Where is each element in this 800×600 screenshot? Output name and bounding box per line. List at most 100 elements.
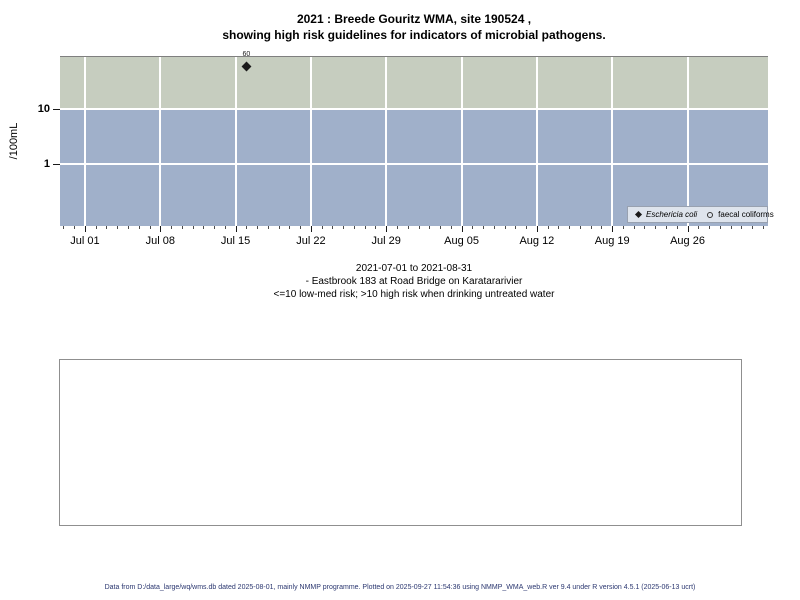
x-axis-minor-tick [622,226,624,229]
x-axis-tick-label: Jul 15 [220,235,251,247]
x-axis-minor-tick [547,226,549,229]
open-circle-icon [707,211,714,218]
x-axis-minor-tick [397,226,398,229]
x-axis-minor-tick [590,226,592,229]
x-axis-minor-tick [278,226,280,229]
x-axis-minor-tick [655,226,657,229]
x-axis-minor-tick [257,226,259,229]
data-point-label: 60 [242,51,251,59]
x-axis-minor-tick [138,226,140,229]
x-axis-minor-tick [407,226,409,229]
x-axis-major-tick [461,226,463,232]
x-axis-minor-tick [579,226,581,229]
x-axis-minor-tick [321,226,323,229]
x-axis-minor-tick [526,226,528,229]
x-axis-tick-label: Jul 22 [296,235,326,247]
risk-band [60,57,768,109]
x-axis-major-tick [536,226,538,232]
x-axis-major-tick [612,226,614,232]
x-axis-major-tick [310,226,312,232]
x-axis-minor-tick [440,226,442,229]
x-axis-minor-tick [719,226,721,229]
x-axis-minor-tick [214,226,216,229]
y-axis-tick-label: 10 [37,103,50,115]
x-axis-minor-tick [364,226,366,229]
x-axis-minor-tick [429,226,431,229]
x-axis-tick-label: Aug 26 [670,235,705,247]
x-axis-minor-tick [644,226,646,229]
x-axis-minor-tick [246,226,248,229]
gridline-x [309,57,312,226]
x-axis-minor-tick [192,226,194,229]
x-axis-minor-tick [332,226,334,229]
x-axis-minor-tick [633,226,635,229]
y-axis-tick-label: 1 [43,158,50,171]
x-axis-tick-label: Aug 12 [519,235,555,247]
x-axis-minor-tick [289,226,291,229]
x-axis-minor-tick [450,226,452,229]
x-axis-major-tick [687,226,689,232]
x-axis-minor-tick [504,226,506,229]
x-axis-major-tick [386,226,388,232]
x-axis-minor-tick [95,226,97,229]
filled-diamond-icon [634,210,643,219]
x-axis-minor-tick [63,226,65,229]
x-axis-minor-tick [676,226,678,229]
x-axis-minor-tick [224,226,226,229]
x-axis-minor-tick [762,226,764,229]
x-axis-minor-tick [117,226,119,229]
x-axis-major-tick [160,226,162,232]
x-axis-tick-label: Jul 08 [145,235,175,247]
gridline-x [460,57,463,226]
x-axis-minor-tick [375,226,377,229]
caption-risk-guideline: <=10 low-med risk; >10 high risk when dr… [273,289,555,300]
x-axis-minor-tick [343,226,345,229]
x-axis-minor-tick [171,226,173,229]
x-axis-minor-tick [493,226,495,229]
x-axis-minor-tick [267,226,269,229]
gridline-x [686,57,689,226]
x-axis-minor-tick [128,226,129,229]
legend-label-faecal-coliforms: faecal coliforms [718,210,774,219]
caption: 2021-07-01 to 2021-08-31 - Eastbrook 183… [60,262,768,301]
x-axis-minor-tick [515,226,517,229]
x-axis-minor-tick [472,226,474,229]
x-axis-minor-tick [483,226,485,229]
y-axis-tick [53,164,60,166]
x-axis-minor-tick [730,226,732,229]
x-axis-tick-label: Aug 05 [444,235,479,247]
gridline-x [234,57,237,226]
x-axis-minor-tick [709,226,711,229]
x-axis-major-tick [84,226,86,232]
gridline-x [159,57,162,226]
caption-site-description: - Eastbrook 183 at Road Bridge on Karata… [305,276,523,287]
gridline-y [60,108,768,110]
x-axis-minor-tick [666,226,667,229]
x-axis-minor-tick [558,226,560,229]
chart-title-line2: showing high risk guidelines for indicat… [222,28,606,42]
x-axis-minor-tick [203,226,205,229]
gridline-x [83,57,86,226]
x-axis-tick-label: Jul 29 [371,235,401,247]
y-axis-tick [53,109,60,110]
plot-area: Jul 01 Jul 08 Jul 15 Jul 22 Jul 29 Aug 05 Aug … [38,51,774,247]
x-axis-minor-tick [300,226,302,229]
x-axis-minor-tick [106,226,108,229]
x-axis-minor-tick [569,226,571,229]
chart-title-line1: 2021 : Breede Gouritz WMA, site 190524 , [296,12,532,26]
x-axis-minor-tick [181,226,183,229]
gridline-y [60,163,768,166]
gridline-x [611,57,614,226]
gridline-x [535,57,538,226]
chart-title: 2021 : Breede Gouritz WMA, site 190524 ,… [60,11,768,43]
x-axis-minor-tick [149,226,151,229]
footer-note: Data from D:/data_large/wq/wms.db dated … [104,584,696,591]
caption-date-range: 2021-07-01 to 2021-08-31 [355,263,473,274]
x-axis-minor-tick [752,226,754,229]
y-axis-label: /100mL [8,122,20,160]
x-axis-tick-label: Jul 01 [70,235,100,247]
legend-label-ecoli: Eschericia coli [646,210,698,219]
x-axis-minor-tick [418,226,420,229]
x-axis-tick-label: Aug 19 [594,235,630,247]
x-axis-major-tick [235,226,237,232]
